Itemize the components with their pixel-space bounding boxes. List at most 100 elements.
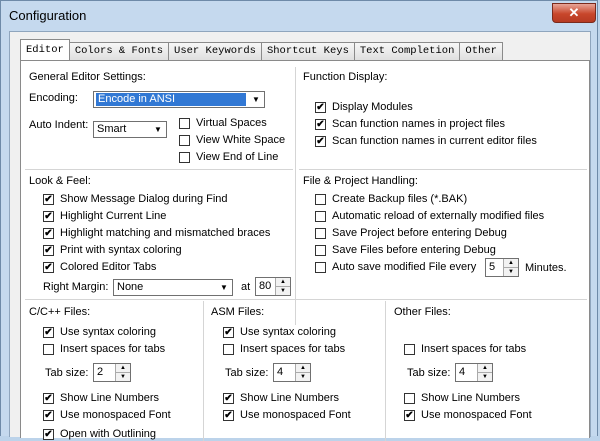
asm-monospaced-label: Use monospaced Font: [240, 409, 351, 421]
title-bar[interactable]: Configuration ✕: [1, 1, 597, 31]
minutes-label: Minutes.: [525, 262, 567, 274]
colored-editor-tabs-checkbox[interactable]: ✔ Colored Editor Tabs: [43, 261, 156, 273]
editor-panel: General Editor Settings: Encoding: Encod…: [20, 60, 590, 441]
divider-left-1: [25, 169, 293, 170]
arrow-up-icon[interactable]: ▲: [504, 259, 518, 268]
check-icon: ✔: [223, 409, 234, 421]
cpp-monospaced-checkbox[interactable]: ✔ Use monospaced Font: [43, 409, 171, 421]
asm-syntax-coloring-checkbox[interactable]: ✔ Use syntax coloring: [223, 326, 336, 338]
check-icon: ✔: [43, 326, 54, 338]
save-files-debug-checkbox[interactable]: Save Files before entering Debug: [315, 244, 496, 256]
scan-current-checkbox[interactable]: ✔ Scan function names in current editor f…: [315, 135, 537, 147]
cpp-line-numbers-label: Show Line Numbers: [60, 392, 160, 404]
print-syntax-coloring-checkbox[interactable]: ✔ Print with syntax coloring: [43, 244, 182, 256]
close-icon: ✕: [568, 5, 580, 20]
cpp-line-numbers-checkbox[interactable]: ✔ Show Line Numbers: [43, 392, 159, 404]
spinner-buttons[interactable]: ▲ ▼: [477, 364, 492, 381]
checkbox-box: [315, 244, 326, 256]
cpp-tab-size-label: Tab size:: [45, 367, 89, 379]
arrow-up-icon[interactable]: ▲: [296, 364, 310, 373]
view-white-space-checkbox[interactable]: View White Space: [179, 134, 285, 146]
create-backup-checkbox[interactable]: Create Backup files (*.BAK): [315, 193, 467, 205]
other-line-numbers-checkbox[interactable]: Show Line Numbers: [404, 392, 520, 404]
window-title: Configuration: [9, 8, 87, 23]
tab-editor[interactable]: Editor: [20, 39, 70, 60]
spinner-buttons[interactable]: ▲ ▼: [115, 364, 130, 381]
check-icon: ✔: [43, 261, 54, 273]
auto-save-minutes-value: 5: [489, 261, 496, 273]
arrow-up-icon[interactable]: ▲: [276, 278, 290, 287]
arrow-up-icon[interactable]: ▲: [116, 364, 130, 373]
display-modules-label: Display Modules: [332, 101, 413, 113]
spinner-buttons[interactable]: ▲ ▼: [295, 364, 310, 381]
tab-user-keywords[interactable]: User Keywords: [168, 42, 262, 60]
arrow-down-icon[interactable]: ▼: [504, 268, 518, 276]
cpp-syntax-coloring-label: Use syntax coloring: [60, 326, 156, 338]
asm-insert-spaces-checkbox[interactable]: Insert spaces for tabs: [223, 343, 345, 355]
asm-insert-spaces-label: Insert spaces for tabs: [240, 343, 346, 355]
check-icon: ✔: [43, 392, 54, 404]
tab-text-completion[interactable]: Text Completion: [353, 42, 461, 60]
asm-line-numbers-checkbox[interactable]: ✔ Show Line Numbers: [223, 392, 339, 404]
encoding-select[interactable]: Encode in ANSI ▼: [93, 91, 265, 108]
check-icon: ✔: [43, 409, 54, 421]
arrow-down-icon[interactable]: ▼: [276, 287, 290, 295]
right-margin-select[interactable]: None ▼: [113, 279, 233, 296]
other-tab-size-spinner[interactable]: 4 ▲ ▼: [455, 363, 493, 382]
check-icon: ✔: [315, 135, 326, 147]
show-message-dialog-checkbox[interactable]: ✔ Show Message Dialog during Find: [43, 193, 228, 205]
view-end-of-line-checkbox[interactable]: View End of Line: [179, 151, 278, 163]
file-project-title: File & Project Handling:: [303, 175, 418, 187]
highlight-braces-label: Highlight matching and mismatched braces: [60, 227, 271, 239]
checkbox-box: [315, 193, 326, 205]
asm-line-numbers-label: Show Line Numbers: [240, 392, 340, 404]
asm-monospaced-checkbox[interactable]: ✔ Use monospaced Font: [223, 409, 351, 421]
cpp-insert-spaces-checkbox[interactable]: Insert spaces for tabs: [43, 343, 165, 355]
right-margin-label: Right Margin:: [43, 281, 109, 293]
highlight-braces-checkbox[interactable]: ✔ Highlight matching and mismatched brace…: [43, 227, 270, 239]
auto-indent-select[interactable]: Smart ▼: [93, 121, 167, 138]
checkbox-box: [315, 261, 326, 273]
encoding-label: Encoding:: [29, 92, 78, 104]
tab-colors-fonts[interactable]: Colors & Fonts: [68, 42, 170, 60]
check-icon: ✔: [315, 118, 326, 130]
check-icon: ✔: [223, 326, 234, 338]
other-monospaced-label: Use monospaced Font: [421, 409, 532, 421]
save-files-debug-label: Save Files before entering Debug: [332, 244, 496, 256]
other-monospaced-checkbox[interactable]: ✔ Use monospaced Font: [404, 409, 532, 421]
cpp-outlining-checkbox[interactable]: ✔ Open with Outlining: [43, 428, 156, 440]
arrow-down-icon[interactable]: ▼: [116, 373, 130, 381]
check-icon: ✔: [43, 227, 54, 239]
save-project-debug-checkbox[interactable]: Save Project before entering Debug: [315, 227, 507, 239]
tab-other[interactable]: Other: [459, 42, 503, 60]
virtual-spaces-checkbox[interactable]: Virtual Spaces: [179, 117, 267, 129]
arrow-up-icon[interactable]: ▲: [478, 364, 492, 373]
spinner-buttons[interactable]: ▲ ▼: [275, 278, 290, 295]
arrow-down-icon[interactable]: ▼: [296, 373, 310, 381]
checkbox-box: [315, 227, 326, 239]
automatic-reload-label: Automatic reload of externally modified …: [332, 210, 545, 222]
auto-save-minutes-spinner[interactable]: 5 ▲ ▼: [485, 258, 519, 277]
other-insert-spaces-label: Insert spaces for tabs: [421, 343, 527, 355]
asm-tab-size-spinner[interactable]: 4 ▲ ▼: [273, 363, 311, 382]
right-margin-column-spinner[interactable]: 80 ▲ ▼: [255, 277, 291, 296]
tab-shortcut-keys[interactable]: Shortcut Keys: [260, 42, 355, 60]
right-margin-column-value: 80: [259, 280, 272, 292]
other-insert-spaces-checkbox[interactable]: Insert spaces for tabs: [404, 343, 526, 355]
automatic-reload-checkbox[interactable]: Automatic reload of externally modified …: [315, 210, 544, 222]
show-message-dialog-label: Show Message Dialog during Find: [60, 193, 228, 205]
scan-current-label: Scan function names in current editor fi…: [332, 135, 537, 147]
dialog-body: Editor Colors & Fonts User Keywords Shor…: [9, 31, 591, 441]
cpp-syntax-coloring-checkbox[interactable]: ✔ Use syntax coloring: [43, 326, 156, 338]
display-modules-checkbox[interactable]: ✔ Display Modules: [315, 101, 413, 113]
other-tab-size-label: Tab size:: [407, 367, 451, 379]
highlight-current-line-checkbox[interactable]: ✔ Highlight Current Line: [43, 210, 166, 222]
chevron-down-icon: ▼: [151, 123, 165, 136]
scan-project-checkbox[interactable]: ✔ Scan function names in project files: [315, 118, 505, 130]
chevron-down-icon: ▼: [249, 93, 263, 106]
cpp-tab-size-spinner[interactable]: 2 ▲ ▼: [93, 363, 131, 382]
auto-save-checkbox[interactable]: Auto save modified File every: [315, 261, 476, 273]
arrow-down-icon[interactable]: ▼: [478, 373, 492, 381]
close-button[interactable]: ✕: [552, 3, 596, 23]
spinner-buttons[interactable]: ▲ ▼: [503, 259, 518, 276]
